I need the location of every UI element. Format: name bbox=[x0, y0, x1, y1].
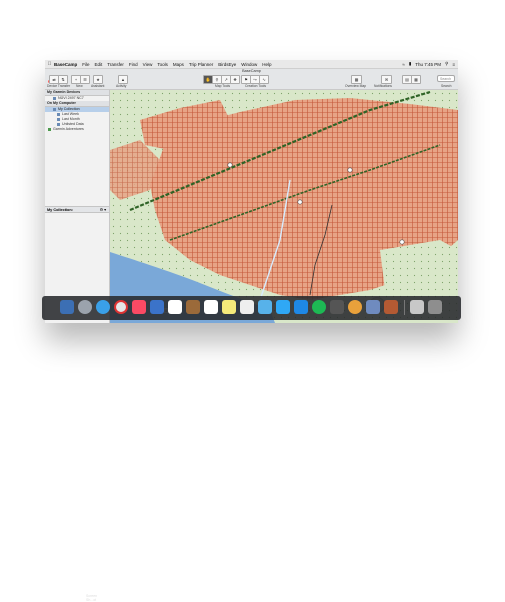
preview-icon[interactable] bbox=[366, 300, 380, 314]
terminal-icon[interactable] bbox=[330, 300, 344, 314]
collection-controls[interactable]: ⚙ ▾ bbox=[100, 207, 106, 214]
notifications-label: Notifications bbox=[374, 84, 392, 88]
smart-list-icon bbox=[57, 112, 60, 116]
smart-list-icon bbox=[57, 117, 60, 121]
reminders-icon[interactable] bbox=[240, 300, 254, 314]
search-label: Search bbox=[441, 84, 452, 88]
road-shield-icon bbox=[399, 239, 405, 245]
creation-tools-label: Creation Tools bbox=[245, 84, 267, 88]
desktop-screen:  BaseCamp File Edit Transfer Find View … bbox=[45, 60, 458, 323]
collection-icon bbox=[53, 107, 56, 111]
apple-icon[interactable]:  bbox=[45, 61, 54, 67]
menu-trip-planner[interactable]: Trip Planner bbox=[189, 62, 213, 67]
sidebar-item-label: Last Week bbox=[62, 112, 79, 116]
wifi-icon[interactable]: ≈ bbox=[402, 62, 404, 67]
map-view[interactable]: 0.5 mi bbox=[110, 90, 458, 323]
messages-icon[interactable] bbox=[276, 300, 290, 314]
sidebar-item-label: Garmin Adventures bbox=[53, 127, 84, 131]
new-label: New bbox=[76, 84, 83, 88]
menu-transfer[interactable]: Transfer bbox=[107, 62, 124, 67]
menu-view[interactable]: View bbox=[143, 62, 153, 67]
topo-map[interactable] bbox=[110, 90, 458, 323]
assistant-label: Assistant bbox=[91, 84, 105, 88]
device-transfer-label: Device Transfer bbox=[47, 84, 71, 88]
collection-title: My Collection: bbox=[47, 208, 73, 212]
word-icon[interactable] bbox=[150, 300, 164, 314]
search-input[interactable]: Search bbox=[437, 75, 455, 82]
calendar-icon[interactable] bbox=[204, 300, 218, 314]
menu-help[interactable]: Help bbox=[262, 62, 271, 67]
map-tools-label: Map Tools bbox=[215, 84, 230, 88]
gps-device-icon bbox=[53, 96, 56, 100]
menu-edit[interactable]: Edit bbox=[95, 62, 103, 67]
device-item-label: NÜVI 2497 NC7 bbox=[58, 96, 84, 100]
safari-icon[interactable] bbox=[96, 300, 110, 314]
overview-map-button[interactable]: ▦ bbox=[351, 75, 362, 84]
new-list-button[interactable]: ☰ bbox=[80, 75, 90, 84]
app-store-icon[interactable] bbox=[294, 300, 308, 314]
menu-tools[interactable]: Tools bbox=[157, 62, 168, 67]
launchpad-icon[interactable] bbox=[78, 300, 92, 314]
basecamp-icon[interactable] bbox=[348, 300, 362, 314]
status-area: ≈ ▮ Thu 7:45 PM ⚲ ≡ bbox=[398, 61, 458, 67]
menu-bar:  BaseCamp File Edit Transfer Find View … bbox=[45, 60, 458, 69]
photos-icon[interactable] bbox=[168, 300, 182, 314]
contacts-icon[interactable] bbox=[186, 300, 200, 314]
dock-item-label: Screen Sh...ot bbox=[86, 594, 98, 602]
clock[interactable]: Thu 7:45 PM bbox=[415, 62, 441, 67]
select-tool-button[interactable]: ❖ bbox=[230, 75, 240, 84]
activity-label: Activity bbox=[116, 84, 127, 88]
assistant-button[interactable]: ★ bbox=[93, 75, 103, 84]
sidebar-item-label: Unlisted Data bbox=[62, 122, 84, 126]
spotlight-icon[interactable]: ⚲ bbox=[445, 61, 448, 67]
maps-icon[interactable] bbox=[258, 300, 272, 314]
spotify-icon[interactable] bbox=[312, 300, 326, 314]
menu-list-icon[interactable]: ≡ bbox=[452, 62, 455, 67]
window-title: BaseCamp bbox=[242, 69, 261, 73]
dock: Screen Sh...ot bbox=[42, 296, 461, 602]
menu-birdseye[interactable]: BirdsEye bbox=[218, 62, 236, 67]
toolbar: BaseCamp ⇄ ⇅ Device Transfer + ☰ New ★ A… bbox=[45, 69, 458, 90]
sidebar-item-label: My Collection bbox=[58, 107, 80, 111]
menu-window[interactable]: Window bbox=[241, 62, 257, 67]
road-shield-icon bbox=[347, 167, 353, 173]
notifications-button[interactable]: ✉ bbox=[381, 75, 392, 84]
dock-separator bbox=[404, 300, 405, 315]
view-toggle-button-2[interactable]: ▦ bbox=[411, 75, 421, 84]
smart-list-icon bbox=[57, 122, 60, 126]
menu-maps[interactable]: Maps bbox=[173, 62, 184, 67]
menu-find[interactable]: Find bbox=[129, 62, 138, 67]
track-tool-button[interactable]: ∿ bbox=[259, 75, 269, 84]
device-transfer-out-button[interactable]: ⇅ bbox=[58, 75, 68, 84]
overview-map-label: Overview Map bbox=[345, 84, 367, 88]
finder-icon[interactable] bbox=[60, 300, 74, 314]
itunes-icon[interactable] bbox=[132, 300, 146, 314]
battery-icon[interactable]: ▮ bbox=[409, 61, 411, 67]
road-shield-icon bbox=[227, 162, 233, 168]
sidebar-item-garmin-adventures[interactable]: Garmin Adventures bbox=[45, 127, 109, 132]
slides-icon[interactable] bbox=[384, 300, 398, 314]
activity-button[interactable]: ▲ bbox=[118, 75, 128, 84]
menu-file[interactable]: File bbox=[82, 62, 89, 67]
sidebar-item-label: Last Month bbox=[62, 117, 80, 121]
trash-icon[interactable] bbox=[428, 300, 442, 314]
notes-icon[interactable] bbox=[222, 300, 236, 314]
road-shield-icon bbox=[297, 199, 303, 205]
collection-panel-header: My Collection: ⚙ ▾ bbox=[45, 206, 109, 213]
chrome-icon[interactable] bbox=[114, 300, 128, 314]
menu-basecamp[interactable]: BaseCamp bbox=[54, 62, 77, 67]
downloads-icon[interactable] bbox=[410, 300, 424, 314]
adventures-icon bbox=[48, 127, 51, 131]
